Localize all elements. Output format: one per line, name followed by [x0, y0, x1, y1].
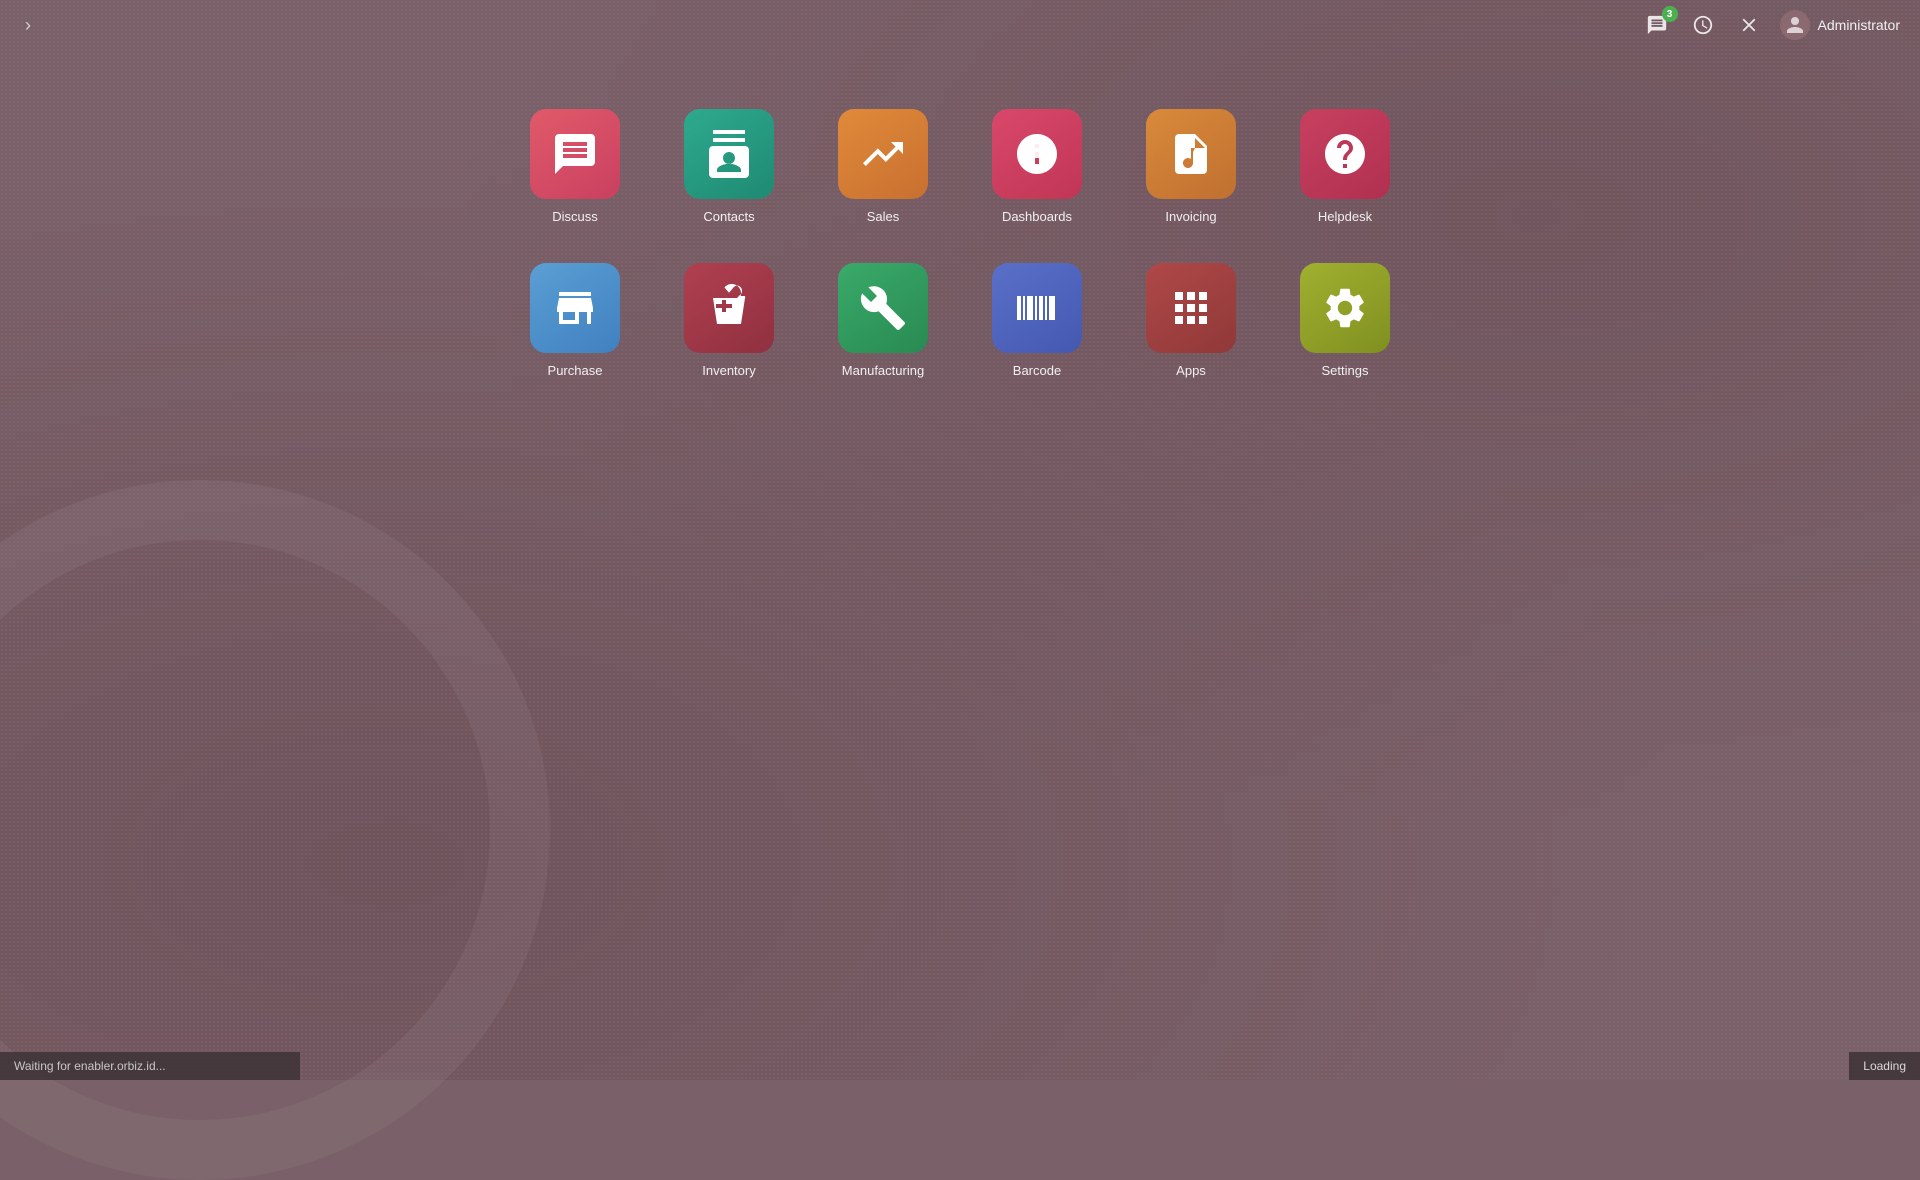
settings-icon — [1300, 263, 1390, 353]
invoicing-icon — [1146, 109, 1236, 199]
apps-icon — [1146, 263, 1236, 353]
apps-label: Apps — [1176, 363, 1206, 378]
discuss-label: Discuss — [552, 209, 598, 224]
topbar-right: 3 Administrator — [1642, 10, 1900, 40]
topbar: › 3 Administrator — [0, 0, 1920, 50]
messages-button[interactable]: 3 — [1642, 10, 1672, 40]
contacts-icon — [684, 109, 774, 199]
statusbar-left-text: Waiting for enabler.orbiz.id... — [0, 1052, 300, 1080]
app-dashboards[interactable]: Dashboards — [965, 90, 1109, 234]
app-purchase[interactable]: Purchase — [503, 244, 647, 388]
app-contacts[interactable]: Contacts — [657, 90, 801, 234]
app-row-2: Purchase Inventory Manufacturing — [503, 244, 1417, 388]
app-discuss[interactable]: Discuss — [503, 90, 647, 234]
close-button[interactable] — [1734, 10, 1764, 40]
app-helpdesk[interactable]: Helpdesk — [1273, 90, 1417, 234]
app-settings[interactable]: Settings — [1273, 244, 1417, 388]
manufacturing-label: Manufacturing — [842, 363, 924, 378]
user-menu[interactable]: Administrator — [1780, 10, 1900, 40]
app-inventory[interactable]: Inventory — [657, 244, 801, 388]
invoicing-label: Invoicing — [1165, 209, 1216, 224]
nav-toggle-button[interactable]: › — [20, 10, 36, 41]
user-name-label: Administrator — [1818, 17, 1900, 33]
purchase-icon — [530, 263, 620, 353]
clock-button[interactable] — [1688, 10, 1718, 40]
app-row-1: Discuss Contacts Sales — [503, 90, 1417, 234]
clock-icon — [1692, 14, 1714, 36]
statusbar-right-text: Loading — [1849, 1052, 1920, 1080]
purchase-label: Purchase — [548, 363, 603, 378]
dashboards-label: Dashboards — [1002, 209, 1072, 224]
statusbar: Waiting for enabler.orbiz.id... Loading — [0, 1052, 1920, 1080]
sales-icon — [838, 109, 928, 199]
app-invoicing[interactable]: Invoicing — [1119, 90, 1263, 234]
settings-label: Settings — [1322, 363, 1369, 378]
sales-label: Sales — [867, 209, 900, 224]
inventory-icon — [684, 263, 774, 353]
app-sales[interactable]: Sales — [811, 90, 955, 234]
topbar-left: › — [20, 10, 36, 41]
barcode-icon — [992, 263, 1082, 353]
helpdesk-label: Helpdesk — [1318, 209, 1372, 224]
app-barcode[interactable]: Barcode — [965, 244, 1109, 388]
discuss-icon — [530, 109, 620, 199]
dashboards-icon — [992, 109, 1082, 199]
close-icon — [1738, 14, 1760, 36]
manufacturing-icon — [838, 263, 928, 353]
contacts-label: Contacts — [703, 209, 754, 224]
avatar — [1780, 10, 1810, 40]
barcode-label: Barcode — [1013, 363, 1061, 378]
message-badge: 3 — [1662, 6, 1678, 22]
helpdesk-icon — [1300, 109, 1390, 199]
inventory-label: Inventory — [702, 363, 755, 378]
app-manufacturing[interactable]: Manufacturing — [811, 244, 955, 388]
app-grid: Discuss Contacts Sales — [0, 60, 1920, 388]
app-apps[interactable]: Apps — [1119, 244, 1263, 388]
